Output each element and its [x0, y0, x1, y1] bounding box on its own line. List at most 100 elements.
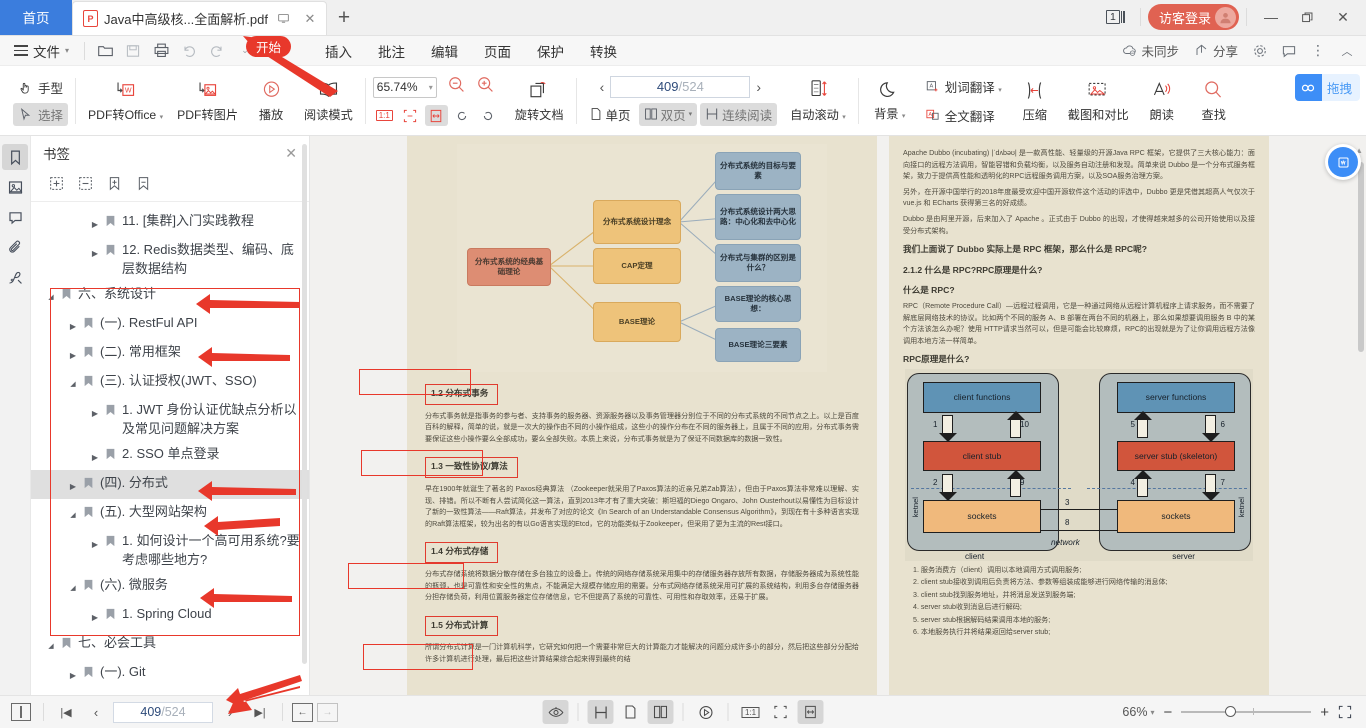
fit-width-button[interactable] [424, 105, 448, 126]
bookmarks-tree[interactable]: ▶ 11. [集群]入门实践教程 ▶ 12. Redis数据类型、编码、底层数据结构 ◢… [31, 202, 309, 695]
tab-close-icon[interactable]: ✕ [300, 9, 320, 29]
more-options-icon[interactable]: ⋮ [1305, 39, 1331, 63]
bookmark-item[interactable]: ▶ 1. 如何设计一个高可用系统?要考虑哪些地方? [31, 528, 309, 572]
undo-icon[interactable] [176, 39, 202, 63]
share-button[interactable]: 分享 [1188, 39, 1244, 63]
tab-detach-icon[interactable] [274, 9, 294, 29]
zoom-level-input[interactable]: 65.74% ▾ [372, 76, 437, 98]
background-button[interactable]: 背景 ▾ [866, 77, 914, 124]
zoom-slider[interactable] [1181, 706, 1312, 717]
drag-upload-button[interactable]: 拖拽 [1294, 74, 1360, 101]
chevron-down-icon[interactable]: ◢ [67, 371, 79, 394]
rotate-document-button[interactable]: 旋转文档 [510, 77, 569, 125]
pdf-to-office-button[interactable]: W PDF转Office ▾ [83, 77, 168, 125]
continuous-read-button[interactable]: 连续阅读 [700, 102, 778, 126]
nav-forward-button[interactable]: → [317, 702, 338, 722]
chevron-down-icon[interactable]: ◢ [45, 633, 57, 656]
bookmarks-scrollbar[interactable] [302, 144, 307, 664]
open-file-icon[interactable] [92, 39, 118, 63]
single-page-button[interactable]: 单页 [584, 103, 636, 126]
remove-bookmark-icon[interactable] [136, 176, 151, 196]
read-aloud-button[interactable]: 朗读 [1138, 77, 1186, 125]
collapse-ribbon-icon[interactable]: ︿ [1334, 39, 1360, 63]
bookmark-item[interactable]: ◢ (三). 认证授权(JWT、SSO) [31, 368, 309, 397]
bookmark-item[interactable]: ◢ (六). 微服务 [31, 572, 309, 601]
toggle-sidebar-button[interactable] [8, 700, 34, 724]
prev-page-button[interactable]: ‹ [83, 700, 109, 724]
read-mode-button[interactable]: 阅读模式 [299, 77, 358, 125]
page-number-input[interactable]: 409 / 524 [610, 75, 751, 98]
rotate-right-button[interactable] [477, 105, 500, 126]
menu-item-edit[interactable]: 编辑 [419, 38, 470, 64]
close-panel-icon[interactable]: ✕ [285, 145, 297, 162]
status-actual-size-button[interactable]: 1:1 [738, 700, 764, 724]
rotate-left-button[interactable] [451, 105, 474, 126]
rail-attachments[interactable] [2, 234, 28, 260]
chevron-right-icon[interactable]: ▶ [89, 531, 101, 554]
chevron-right-icon[interactable]: ▶ [67, 473, 79, 496]
chevron-right-icon[interactable]: ▶ [67, 342, 79, 365]
status-zoom-in[interactable]: + [1320, 704, 1329, 721]
bookmark-item[interactable]: ▶ 1. JWT 身份认证优缺点分析以及常见问题解决方案 [31, 397, 309, 441]
document-viewer[interactable]: 分布式系统的经典基础理论 分布式系统设计理念 CAP定理 BASE理论 分布式系… [310, 136, 1366, 695]
chevron-right-icon[interactable]: ▶ [89, 604, 101, 627]
restore-button[interactable] [1290, 0, 1324, 34]
menu-item-annotate[interactable]: 批注 [366, 38, 417, 64]
bookmark-item[interactable]: ▶ (一). Git [31, 659, 309, 688]
page-count-badge[interactable]: 1 [1098, 10, 1133, 24]
fit-page-button[interactable] [399, 105, 422, 126]
rail-comments[interactable] [2, 204, 28, 230]
chevron-right-icon[interactable]: ▶ [67, 662, 79, 685]
single-page-toggle[interactable] [618, 700, 644, 724]
bookmark-item[interactable]: ◢ (五). 大型网站架构 [31, 499, 309, 528]
chevron-down-icon[interactable]: ◢ [67, 502, 79, 525]
status-fit-width-button[interactable] [797, 700, 824, 724]
status-fit-page-button[interactable] [768, 700, 794, 724]
chevron-down-icon[interactable]: ◢ [45, 284, 57, 307]
status-zoom-value[interactable]: 66% [1122, 705, 1147, 719]
nav-back-button[interactable]: ← [292, 702, 313, 722]
settings-gear-icon[interactable] [1247, 39, 1273, 63]
hand-tool-button[interactable]: 手型 [13, 76, 68, 99]
fullscreen-button[interactable] [1332, 700, 1358, 724]
actual-size-button[interactable]: 1:1 [373, 105, 396, 126]
menu-item-convert[interactable]: 转换 [578, 38, 629, 64]
expand-all-icon[interactable] [49, 176, 64, 196]
new-tab-button[interactable]: + [327, 1, 361, 35]
chevron-right-icon[interactable]: ▶ [67, 313, 79, 336]
bookmark-item[interactable]: ▶ (一). RestFul API [31, 310, 309, 339]
rail-bookmarks[interactable] [2, 144, 28, 170]
rail-signature[interactable] [2, 264, 28, 290]
screenshot-compare-button[interactable]: 截图和对比 [1063, 77, 1134, 125]
next-page-arrow[interactable]: › [756, 79, 761, 95]
zoom-in-icon[interactable] [476, 75, 495, 99]
menu-item-page[interactable]: 页面 [472, 38, 523, 64]
bookmark-item[interactable]: ▶ 11. [集群]入门实践教程 [31, 208, 309, 237]
wps-cloud-fab[interactable] [1325, 144, 1361, 180]
rail-thumbnails[interactable] [2, 174, 28, 200]
print-icon[interactable] [148, 39, 174, 63]
slideshow-button[interactable] [693, 700, 719, 724]
eye-protection-button[interactable] [542, 700, 569, 724]
redo-icon[interactable] [204, 39, 230, 63]
bookmark-item[interactable]: ◢ 七、必会工具 [31, 630, 309, 659]
chevron-right-icon[interactable]: ▶ [89, 211, 101, 234]
zoom-dropdown-icon[interactable]: ▾ [1150, 708, 1154, 717]
double-page-button[interactable]: 双页 ▾ [638, 102, 698, 126]
sync-status[interactable]: 未同步 [1116, 39, 1185, 63]
bookmark-item[interactable]: ▶ 2. SSO 单点登录 [31, 441, 309, 470]
auto-scroll-button[interactable]: 自动滚动 ▾ [785, 76, 851, 125]
play-button[interactable]: 播放 [247, 77, 295, 125]
add-bookmark-icon[interactable] [107, 176, 122, 196]
menu-item-insert[interactable]: 插入 [313, 38, 364, 64]
select-tool-button[interactable]: 选择 [13, 102, 69, 126]
chevron-right-icon[interactable]: ▶ [89, 240, 101, 263]
chevron-right-icon[interactable]: ▶ [89, 400, 101, 423]
feedback-icon[interactable] [1276, 39, 1302, 63]
bookmark-item[interactable]: ◢ 六、系统设计 [31, 281, 309, 310]
zoom-slider-knob[interactable] [1225, 706, 1237, 717]
find-button[interactable]: 查找 [1190, 77, 1238, 125]
next-page-button[interactable]: › [217, 700, 243, 724]
status-zoom-out[interactable]: − [1163, 704, 1172, 721]
file-menu-button[interactable]: 文件 ▾ [6, 38, 77, 64]
